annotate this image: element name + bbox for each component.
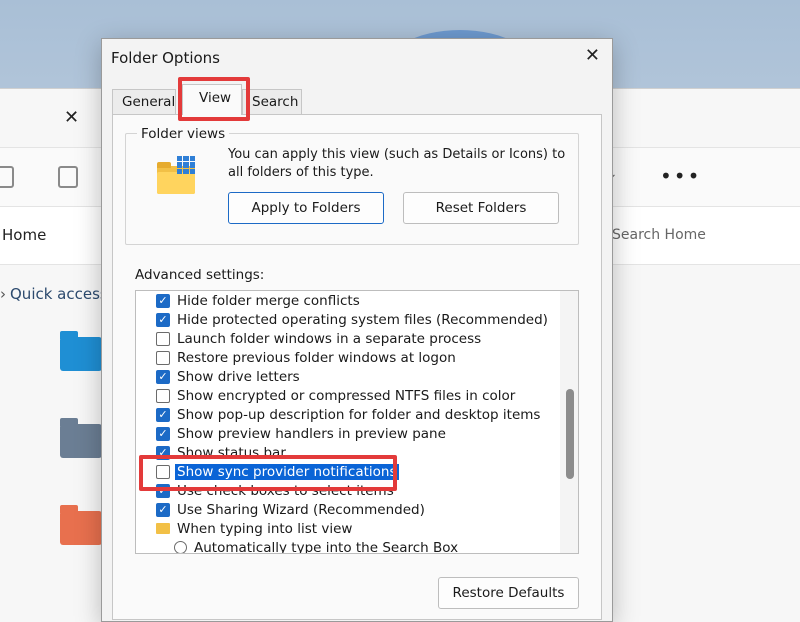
restore-defaults-button[interactable]: Restore Defaults [438, 577, 579, 609]
address-home-label[interactable]: Home [2, 226, 46, 244]
advanced-settings-list[interactable]: Automatically type into the Search Box Wh… [135, 290, 579, 554]
paste-icon[interactable] [58, 166, 78, 188]
folder-desktop-icon[interactable] [60, 331, 102, 371]
radio-button[interactable] [174, 541, 187, 553]
checkbox-unchecked[interactable] [156, 331, 170, 346]
folder-documents-icon[interactable] [60, 418, 102, 458]
setting-label: Hide protected operating system files (R… [177, 311, 548, 328]
explorer-close-icon[interactable]: ✕ [64, 107, 79, 128]
setting-row[interactable]: ✓ Hide folder merge conflicts [136, 291, 560, 310]
checkbox-checked[interactable]: ✓ [156, 312, 170, 327]
search-placeholder: Search Home [612, 227, 706, 243]
checkbox-checked[interactable]: ✓ [156, 407, 170, 422]
reset-folders-button[interactable]: Reset Folders [403, 192, 559, 224]
setting-label: Show status bar [177, 444, 286, 461]
settings-scrollbar[interactable] [560, 291, 578, 553]
more-options-icon[interactable]: ••• [660, 164, 701, 188]
checkbox-unchecked[interactable] [156, 464, 170, 479]
quick-access-item[interactable]: › Quick access [0, 285, 108, 303]
setting-label: Show drive letters [177, 368, 300, 385]
advanced-settings-label: Advanced settings: [135, 267, 265, 283]
setting-row[interactable]: ✓ Show drive letters [136, 367, 560, 386]
setting-row[interactable]: ✓ Show preview handlers in preview pane [136, 424, 560, 443]
checkbox-checked[interactable]: ✓ [156, 293, 170, 308]
setting-label: Show pop-up description for folder and d… [177, 406, 541, 423]
setting-row[interactable]: ✓ Use Sharing Wizard (Recommended) [136, 500, 560, 519]
setting-label: Show sync provider notifications [175, 463, 399, 480]
setting-row[interactable]: ✓ Show pop-up description for folder and … [136, 405, 560, 424]
apply-to-folders-button[interactable]: Apply to Folders [228, 192, 384, 224]
setting-label: Show encrypted or compressed NTFS files … [177, 387, 516, 404]
folder-music-icon[interactable] [60, 505, 102, 545]
tab-view[interactable]: View [182, 84, 242, 115]
setting-row[interactable]: ✓ Hide protected operating system files (… [136, 310, 560, 329]
setting-label: Launch folder windows in a separate proc… [177, 330, 482, 347]
folder-views-description: You can apply this view (such as Details… [228, 147, 566, 180]
setting-label: Automatically type into the Search Box [194, 539, 459, 554]
setting-row[interactable]: Restore previous folder windows at logon [136, 348, 560, 367]
setting-label: Restore previous folder windows at logon [177, 349, 456, 366]
setting-row[interactable]: Show sync provider notifications [136, 462, 560, 481]
setting-row[interactable]: ✓ Show status bar [136, 443, 560, 462]
setting-label: Use Sharing Wizard (Recommended) [177, 501, 425, 518]
setting-row[interactable]: Launch folder windows in a separate proc… [136, 329, 560, 348]
folder-views-legend: Folder views [137, 126, 230, 142]
setting-row[interactable]: Show encrypted or compressed NTFS files … [136, 386, 560, 405]
setting-label: When typing into list view [177, 520, 353, 537]
setting-label: Hide folder merge conflicts [177, 292, 360, 309]
chevron-right-icon: › [0, 285, 6, 303]
checkbox-checked[interactable]: ✓ [156, 369, 170, 384]
setting-row[interactable]: When typing into list view [136, 519, 560, 538]
checkbox-checked[interactable]: ✓ [156, 426, 170, 441]
scrollbar-thumb[interactable] [566, 389, 574, 479]
checkbox-checked[interactable]: ✓ [156, 502, 170, 517]
checkbox-unchecked[interactable] [156, 350, 170, 365]
search-input[interactable]: Search Home [600, 217, 800, 255]
dialog-content: Folder views You can apply this view (su… [101, 38, 613, 622]
setting-row[interactable]: ✓ Use check boxes to select items [136, 481, 560, 500]
checkbox-checked[interactable]: ✓ [156, 445, 170, 460]
folder-icon [156, 523, 170, 534]
checkbox-unchecked[interactable] [156, 388, 170, 403]
checkbox-checked[interactable]: ✓ [156, 483, 170, 498]
folder-view-icon [157, 156, 197, 194]
quick-access-label: Quick access [10, 285, 108, 303]
setting-label: Show preview handlers in preview pane [177, 425, 446, 442]
copy-icon[interactable] [0, 166, 14, 188]
setting-row[interactable]: Automatically type into the Search Box [136, 538, 560, 554]
setting-label: Use check boxes to select items [177, 482, 394, 499]
